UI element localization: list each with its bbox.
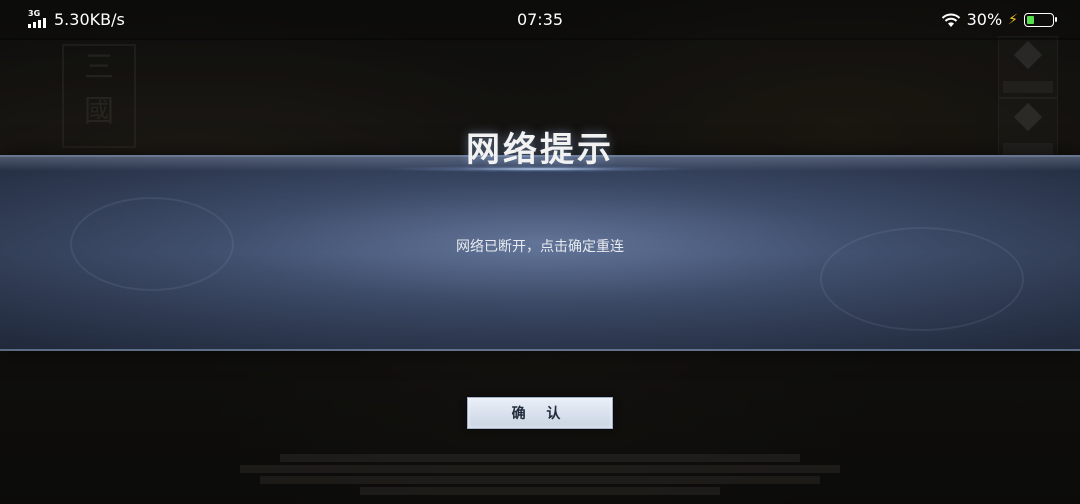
dialog-title: 网络提示 — [466, 130, 614, 170]
status-time: 07:35 — [516, 10, 564, 29]
status-bar-right: 30% ⚡ — [941, 10, 1057, 29]
confirm-button[interactable]: 确 认 — [467, 397, 613, 429]
battery-icon — [1024, 12, 1057, 27]
battery-fill — [1027, 15, 1034, 24]
status-bar: 3G 5.30KB/s 07:35 30% ⚡ — [0, 0, 1080, 40]
wifi-icon — [941, 13, 960, 27]
charging-icon: ⚡ — [1008, 11, 1018, 28]
dialog-message: 网络已断开，点击确定重连 — [456, 239, 624, 255]
battery-percent: 30% — [966, 10, 1003, 29]
